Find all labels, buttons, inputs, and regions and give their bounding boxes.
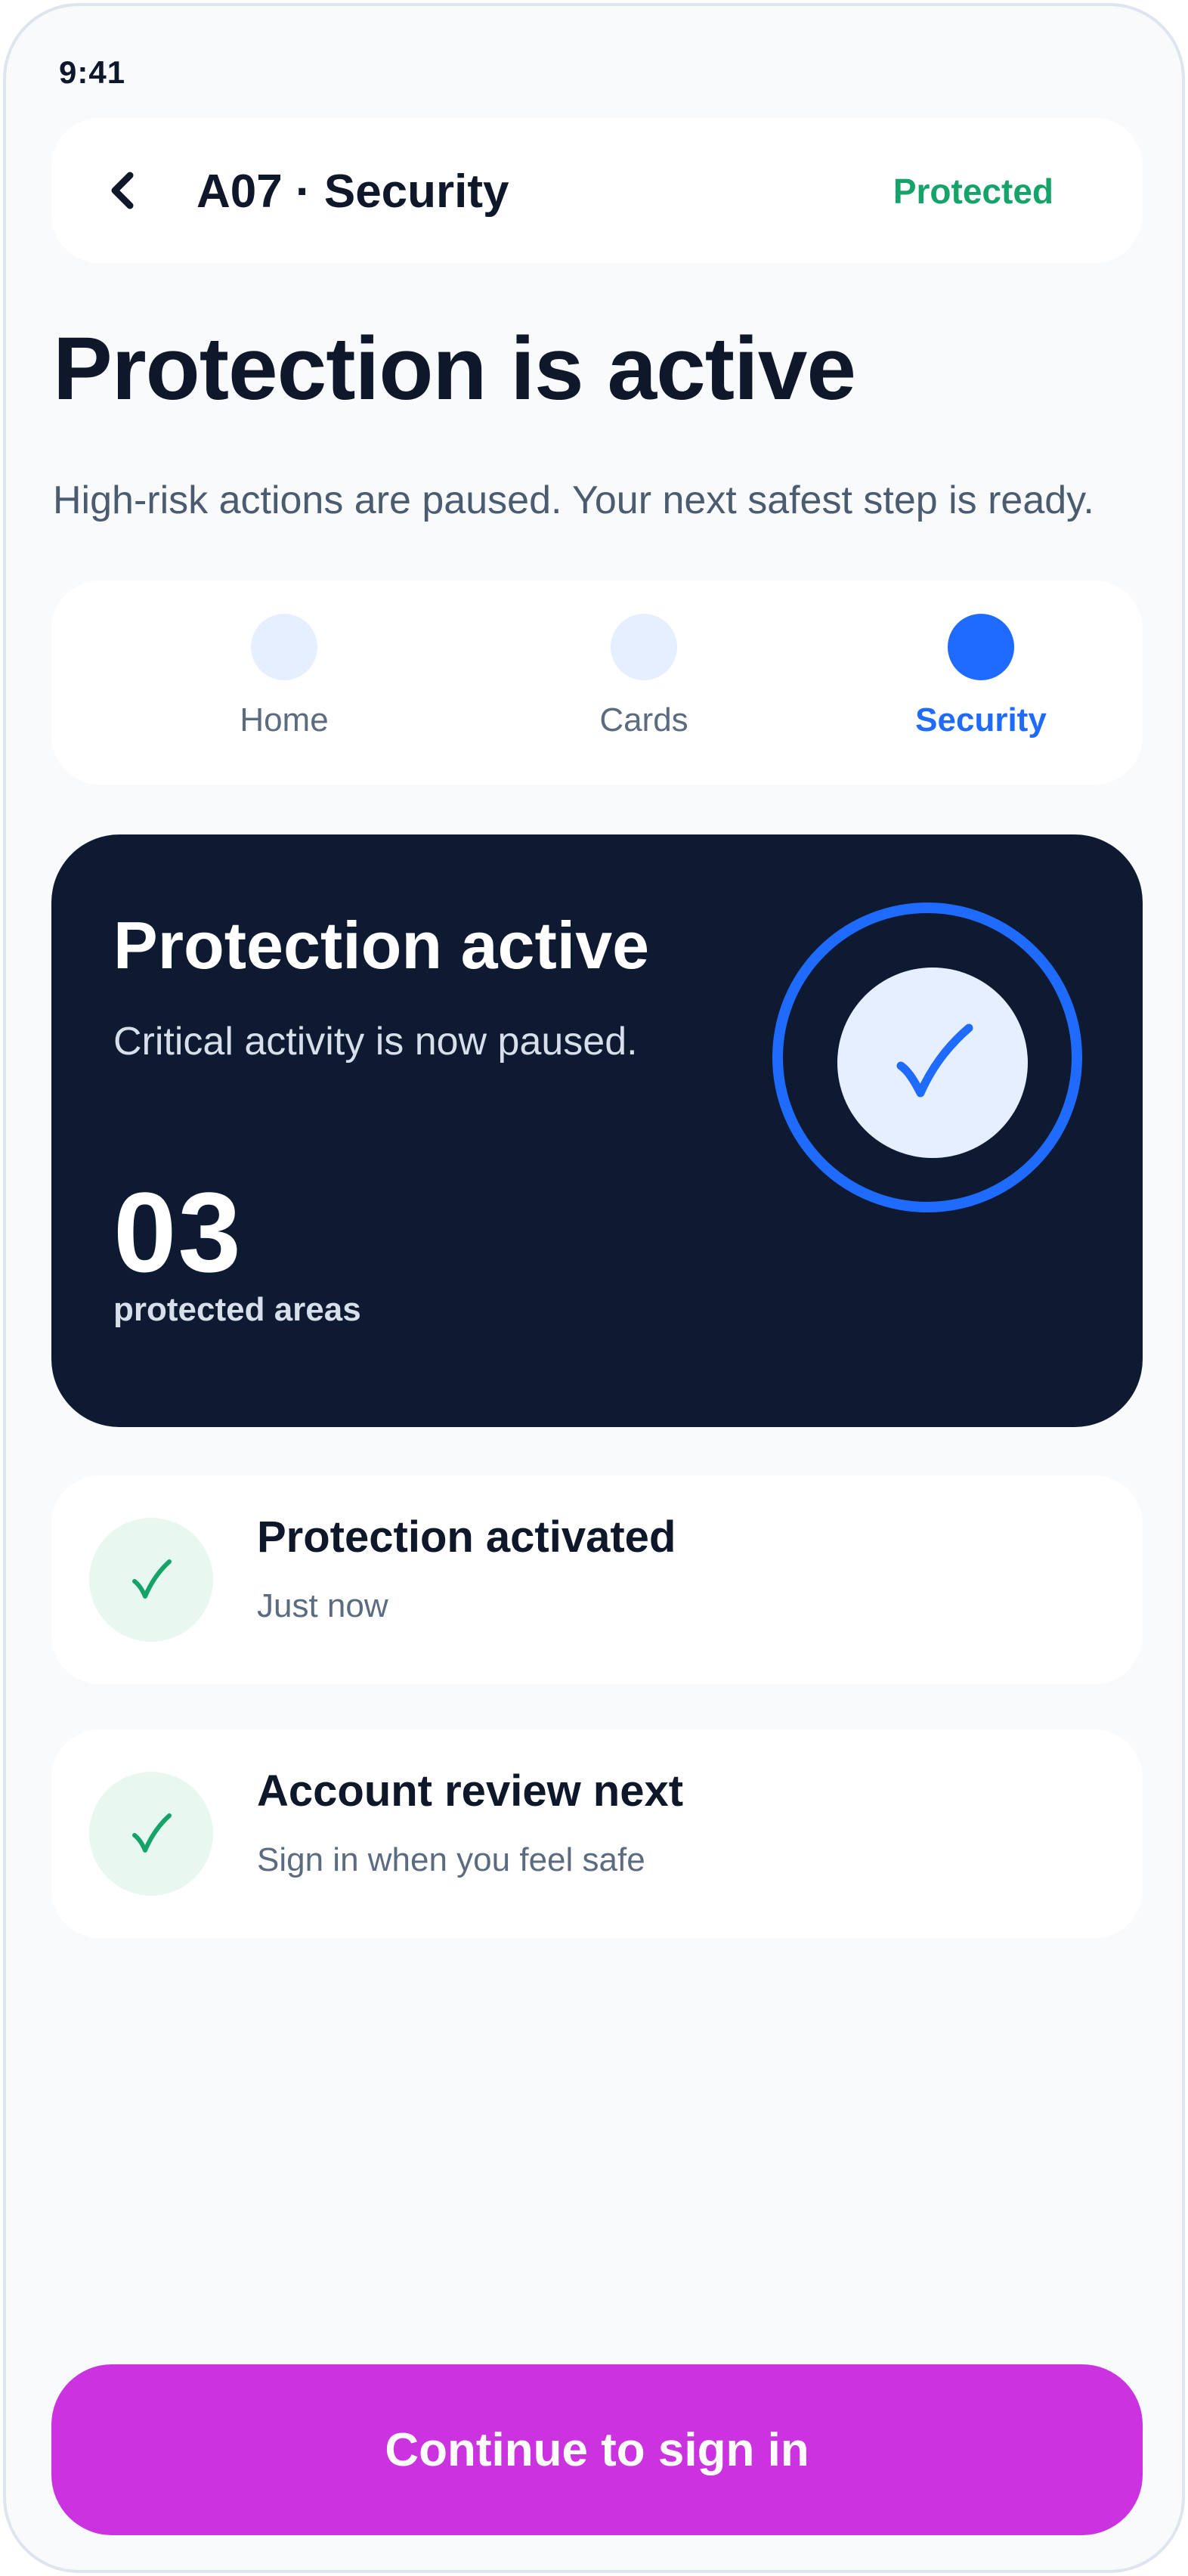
hero-title: Protection active bbox=[113, 908, 650, 983]
header-title: A07 · Security bbox=[196, 166, 509, 218]
tab-label: Home bbox=[240, 701, 329, 738]
check-icon bbox=[132, 1559, 172, 1599]
protection-ring bbox=[772, 903, 1082, 1212]
step-title: Account review next bbox=[257, 1766, 684, 1816]
check-icon bbox=[132, 1813, 172, 1853]
tab-bar: Home Cards Security bbox=[51, 581, 1143, 785]
step-check-badge bbox=[89, 1772, 213, 1896]
tab-label: Security bbox=[915, 701, 1047, 738]
tab-security[interactable]: Security bbox=[860, 614, 1102, 765]
tab-home[interactable]: Home bbox=[163, 614, 405, 765]
step-check-badge bbox=[89, 1518, 213, 1642]
step-subtitle: Sign in when you feel safe bbox=[257, 1841, 645, 1878]
protected-areas-label: protected areas bbox=[113, 1291, 361, 1328]
check-icon bbox=[896, 1023, 973, 1098]
status-time: 9:41 bbox=[59, 54, 126, 90]
tab-cards[interactable]: Cards bbox=[523, 614, 765, 765]
back-button[interactable] bbox=[82, 148, 166, 233]
protection-summary-card: Protection active Critical activity is n… bbox=[51, 834, 1143, 1427]
hero-subtitle: Critical activity is now paused. bbox=[113, 1020, 638, 1064]
home-tab-icon bbox=[251, 614, 317, 680]
check-badge bbox=[837, 968, 1028, 1158]
step-card-account-review: Account review next Sign in when you fee… bbox=[51, 1729, 1143, 1938]
chevron-left-icon bbox=[111, 172, 134, 209]
step-card-protection-activated: Protection activated Just now bbox=[51, 1475, 1143, 1684]
step-title: Protection activated bbox=[257, 1512, 676, 1562]
security-tab-icon bbox=[948, 614, 1014, 680]
protected-areas-count: 03 bbox=[113, 1169, 243, 1296]
phone-frame: 9:41 A07 · Security Protected Protection… bbox=[3, 3, 1185, 2573]
page-subtitle: High-risk actions are paused. Your next … bbox=[53, 478, 1094, 522]
continue-to-sign-in-button[interactable]: Continue to sign in bbox=[51, 2364, 1143, 2535]
page-title: Protection is active bbox=[53, 319, 856, 419]
top-bar: A07 · Security Protected bbox=[51, 118, 1143, 263]
cards-tab-icon bbox=[611, 614, 677, 680]
tab-label: Cards bbox=[599, 701, 688, 738]
step-subtitle: Just now bbox=[257, 1587, 388, 1624]
protection-status-badge: Protected bbox=[893, 172, 1053, 211]
